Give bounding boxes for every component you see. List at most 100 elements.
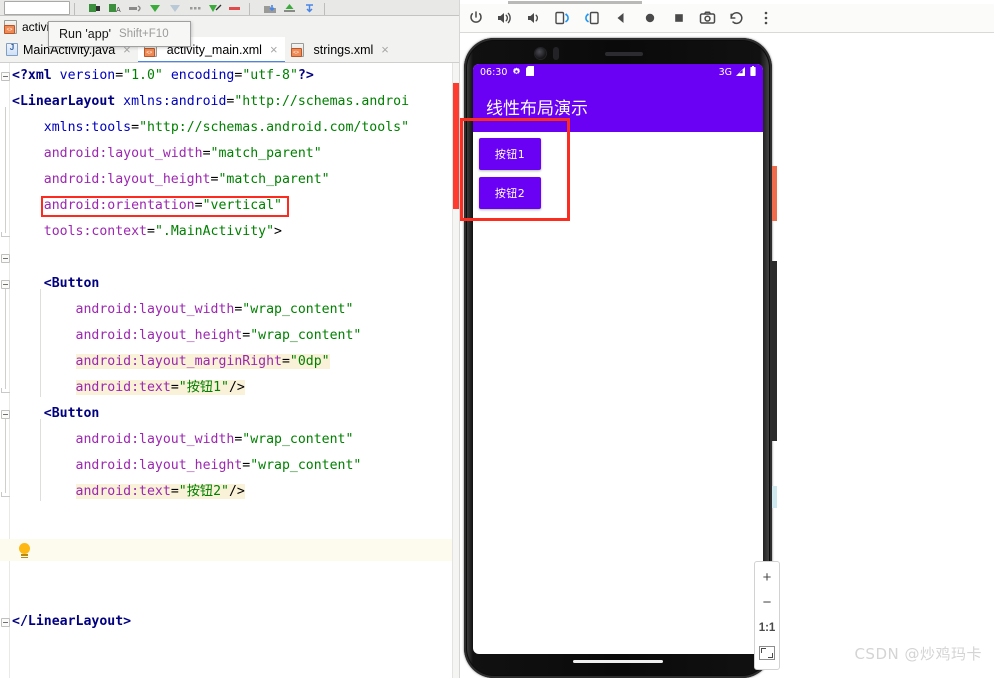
code-token: ?> bbox=[297, 68, 314, 83]
code-token: = bbox=[170, 484, 179, 499]
close-icon[interactable]: × bbox=[381, 42, 389, 57]
lightbulb-icon[interactable] bbox=[18, 543, 31, 559]
app-button-2[interactable]: 按钮2 bbox=[479, 177, 541, 209]
code-token: "按钮2" bbox=[178, 484, 229, 499]
xml-file-icon bbox=[4, 19, 18, 34]
attach-debugger-icon[interactable]: A bbox=[107, 1, 123, 15]
fold-marker[interactable] bbox=[1, 72, 10, 81]
fold-marker[interactable] bbox=[1, 618, 10, 627]
code-token: = bbox=[281, 354, 290, 369]
app-bar: 线性布局演示 bbox=[473, 81, 763, 132]
code-token: <LinearLayout bbox=[12, 94, 116, 109]
fold-marker[interactable] bbox=[1, 254, 10, 263]
panel-divider[interactable] bbox=[459, 0, 460, 678]
back-button[interactable] bbox=[611, 9, 630, 28]
code-token: "1.0" bbox=[123, 68, 163, 83]
volume-up-button[interactable] bbox=[495, 9, 514, 28]
code-token: "wrap_content" bbox=[250, 328, 362, 343]
code-token: = bbox=[115, 68, 124, 83]
home-button[interactable] bbox=[640, 9, 659, 28]
zoom-actual-button[interactable]: 1:1 bbox=[755, 615, 779, 640]
stop-icon[interactable] bbox=[127, 1, 143, 15]
code-token: android:layout_height bbox=[43, 172, 211, 187]
code-token: xmlns:android bbox=[123, 94, 227, 109]
code-token: "wrap_content" bbox=[242, 432, 354, 447]
overview-button[interactable] bbox=[669, 9, 688, 28]
code-line: xmlns:tools="http://schemas.android.com/… bbox=[12, 115, 452, 141]
code-token: <Button bbox=[43, 276, 100, 291]
power-button[interactable] bbox=[466, 9, 485, 28]
rotate-history-icon[interactable] bbox=[727, 9, 746, 28]
emulator-toolbar bbox=[460, 4, 994, 33]
debug-icon[interactable] bbox=[87, 1, 103, 15]
zoom-in-button[interactable]: + bbox=[755, 565, 779, 590]
toolbar-separator-3 bbox=[324, 3, 325, 15]
sdk-manager-icon[interactable] bbox=[187, 1, 203, 15]
fold-marker[interactable] bbox=[1, 410, 10, 419]
code-token: android:orientation bbox=[43, 198, 195, 213]
code-token: tools:context bbox=[43, 224, 147, 239]
volume-down-button[interactable] bbox=[524, 9, 543, 28]
zoom-out-button[interactable]: − bbox=[755, 590, 779, 615]
tab-strings-xml[interactable]: strings.xml × bbox=[285, 37, 396, 62]
code-token: </LinearLayout> bbox=[12, 614, 132, 629]
code-token: "match_parent" bbox=[218, 172, 330, 187]
code-token: = bbox=[146, 224, 155, 239]
java-file-icon bbox=[6, 43, 18, 56]
app-button-1[interactable]: 按钮1 bbox=[479, 138, 541, 170]
code-line: <Button bbox=[12, 401, 452, 427]
layout-inspector-icon[interactable] bbox=[227, 1, 243, 15]
code-token: = bbox=[170, 380, 179, 395]
project-structure-icon[interactable] bbox=[282, 1, 298, 15]
run-controls-group: A bbox=[85, 1, 245, 15]
code-token: = bbox=[202, 146, 211, 161]
indent-guide bbox=[39, 289, 41, 397]
fold-marker[interactable] bbox=[1, 280, 10, 289]
code-line: android:layout_height="wrap_content" bbox=[12, 323, 452, 349]
sensor-icon bbox=[553, 47, 559, 60]
earpiece-speaker bbox=[605, 52, 643, 56]
code-line: <LinearLayout xmlns:android="http://sche… bbox=[12, 89, 452, 115]
linear-layout-container: 按钮1 按钮2 bbox=[473, 132, 763, 209]
code-token: "http://schemas.androi bbox=[234, 94, 410, 109]
fold-connector bbox=[5, 289, 6, 389]
status-time: 06:30 bbox=[480, 67, 508, 78]
profiler-icon[interactable] bbox=[207, 1, 223, 15]
settings-gear-icon bbox=[512, 67, 521, 79]
code-token: "按钮1" bbox=[178, 380, 229, 395]
more-vertical-icon[interactable] bbox=[756, 9, 775, 28]
editor-code-text[interactable]: <?xml version="1.0" encoding="utf-8"?> <L… bbox=[12, 63, 452, 635]
code-token: android:layout_width bbox=[75, 432, 235, 447]
phone-screen[interactable]: 06:30 3G 线性布局演示 按钮1 按钮2 bbox=[473, 64, 763, 654]
code-token: encoding bbox=[170, 68, 235, 83]
close-icon[interactable]: × bbox=[270, 42, 278, 57]
device-file-explorer-icon[interactable] bbox=[262, 1, 278, 15]
emulator-zoom-controls: + − 1:1 bbox=[754, 561, 780, 670]
toolbar-text-field[interactable] bbox=[4, 1, 70, 15]
code-line: <Button bbox=[12, 271, 452, 297]
code-token: android:text bbox=[75, 380, 171, 395]
tab-label: strings.xml bbox=[313, 42, 374, 57]
scroll-mark-light bbox=[772, 486, 777, 508]
zoom-fit-button[interactable] bbox=[755, 640, 779, 665]
svg-text:A: A bbox=[116, 7, 121, 14]
code-token: "wrap_content" bbox=[242, 302, 354, 317]
avd-manager-icon[interactable] bbox=[167, 1, 183, 15]
toolbar-separator bbox=[74, 3, 75, 15]
code-token: android:layout_width bbox=[43, 146, 203, 161]
sync-gradle-icon[interactable] bbox=[147, 1, 163, 15]
search-everywhere-icon[interactable] bbox=[302, 1, 318, 15]
code-token: version bbox=[59, 68, 116, 83]
tools-group bbox=[260, 1, 320, 15]
rotate-left-button[interactable] bbox=[553, 9, 572, 28]
code-token: ".MainActivity" bbox=[154, 224, 275, 239]
rotate-right-button[interactable] bbox=[582, 9, 601, 28]
battery-icon bbox=[750, 66, 756, 79]
code-editor[interactable]: <?xml version="1.0" encoding="utf-8"?> <L… bbox=[0, 63, 460, 678]
tooltip-title: Run 'app' bbox=[59, 27, 112, 41]
screenshot-camera-icon[interactable] bbox=[698, 9, 717, 28]
